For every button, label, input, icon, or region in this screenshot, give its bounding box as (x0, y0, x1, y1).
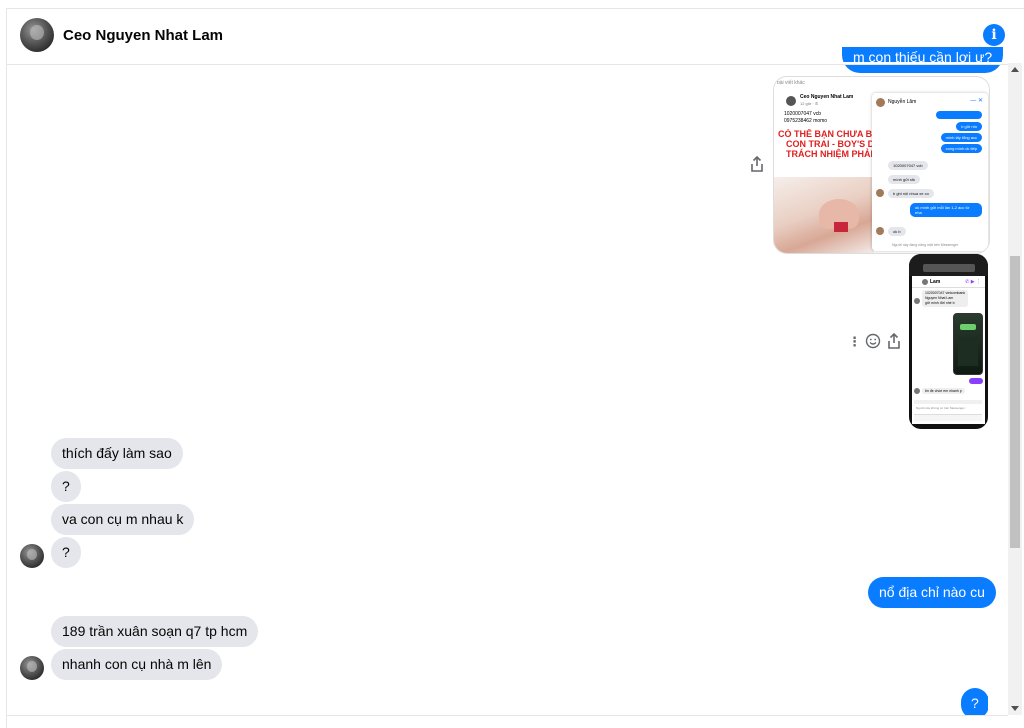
scroll-down-icon[interactable] (1011, 706, 1019, 711)
post-author: Ceo Nguyen Nhat Lam (800, 94, 854, 100)
post-headline: TRÁCH NHIỆM PHẢI TẶN (786, 149, 874, 159)
message-bubble-incoming[interactable]: nhanh con cụ nhà m lên (51, 649, 223, 680)
embedded-bubble: mình lấy tổng acc (940, 133, 982, 142)
post-photo (774, 177, 874, 253)
contact-avatar[interactable] (20, 18, 54, 52)
message-bubble-incoming[interactable]: 189 trần xuân soạn q7 tp hcm (51, 616, 259, 647)
scrollbar[interactable] (1008, 63, 1022, 715)
embedded-bubble: 1020007047 vcb (888, 161, 928, 170)
post-time: 12 giờ · ✆ (800, 101, 819, 106)
header-divider (7, 62, 1008, 65)
message-bubble-outgoing[interactable]: nổ địa chỉ nào cu (868, 577, 996, 608)
phone-call-icons: ✆ ▶ ⋮ (965, 279, 981, 285)
post-line: 0975238462 momo (784, 118, 828, 124)
embedded-bubble: ok mình gửi mỗi lần 1-2 acc từ nha (910, 203, 982, 217)
message-bubble-incoming[interactable]: va con cụ m nhau k (51, 504, 195, 535)
post-subtitle: bài viết khác (777, 80, 805, 86)
message-bubble-outgoing[interactable]: m con thiếu cần lợi ư? (842, 47, 1004, 73)
phone-bubble: tín đẹ chòe em nhanh p (922, 388, 965, 394)
info-icon[interactable]: i (983, 24, 1005, 46)
image-attachment-screenshot[interactable]: bài viết khác Ceo Nguyen Nhat Lam 12 giờ… (773, 76, 990, 254)
contact-name[interactable]: Ceo Nguyen Nhat Lam (63, 27, 223, 44)
message-bubble-incoming[interactable]: thích đấy làm sao (51, 438, 183, 469)
image-attachment-phone-screenshot[interactable]: Lam ✆ ▶ ⋮ 1020007047 vietcombank Nguyen … (909, 254, 988, 429)
embedded-chat-name: Nguyễn Lâm (888, 99, 917, 105)
react-icon[interactable] (865, 333, 881, 353)
composer-divider (7, 715, 1008, 716)
post-line: 1020007047 vcb (784, 111, 821, 117)
embedded-bubble: mình gửi stk (888, 175, 921, 184)
phone-chat-name: Lam (930, 279, 941, 285)
more-options-icon[interactable]: ⋮ (848, 334, 861, 350)
embedded-bubble: xong mình ck tiếp (940, 144, 982, 153)
post-headline: CÓ THỂ BẠN CHƯA BIẾT: H (778, 129, 874, 139)
share-icon[interactable] (887, 332, 901, 353)
message-bubble-incoming[interactable]: ? (51, 471, 81, 502)
embedded-footer: Người này đang năng mặt trên Messenger (892, 243, 959, 247)
sender-avatar[interactable] (20, 656, 44, 680)
embedded-bubble: b gửi ntn (956, 122, 982, 131)
scroll-up-icon[interactable] (1011, 67, 1019, 72)
post-headline: CON TRAI - BOY'S DAY", (786, 139, 874, 149)
phone-line: gửi mình đời nhé b (925, 301, 955, 305)
embedded-chat-window: Nguyễn Lâm — ✕ b gửi ntn mình lấy tổng a… (872, 93, 988, 251)
scroll-thumb[interactable] (1010, 256, 1020, 548)
phone-footer: Người này không có trên Messenger (916, 406, 965, 410)
embedded-bubble: b ghi nội nhua xe co (888, 189, 934, 198)
message-bubble-incoming[interactable]: ? (51, 537, 81, 568)
message-clip: ? (961, 688, 988, 715)
share-icon[interactable] (750, 155, 764, 176)
close-icon: — ✕ (970, 98, 983, 104)
post-avatar (786, 96, 796, 106)
sender-avatar[interactable] (20, 544, 44, 568)
message-bubble-outgoing[interactable]: ? (961, 688, 988, 715)
embedded-bubble: ok b (888, 227, 906, 236)
